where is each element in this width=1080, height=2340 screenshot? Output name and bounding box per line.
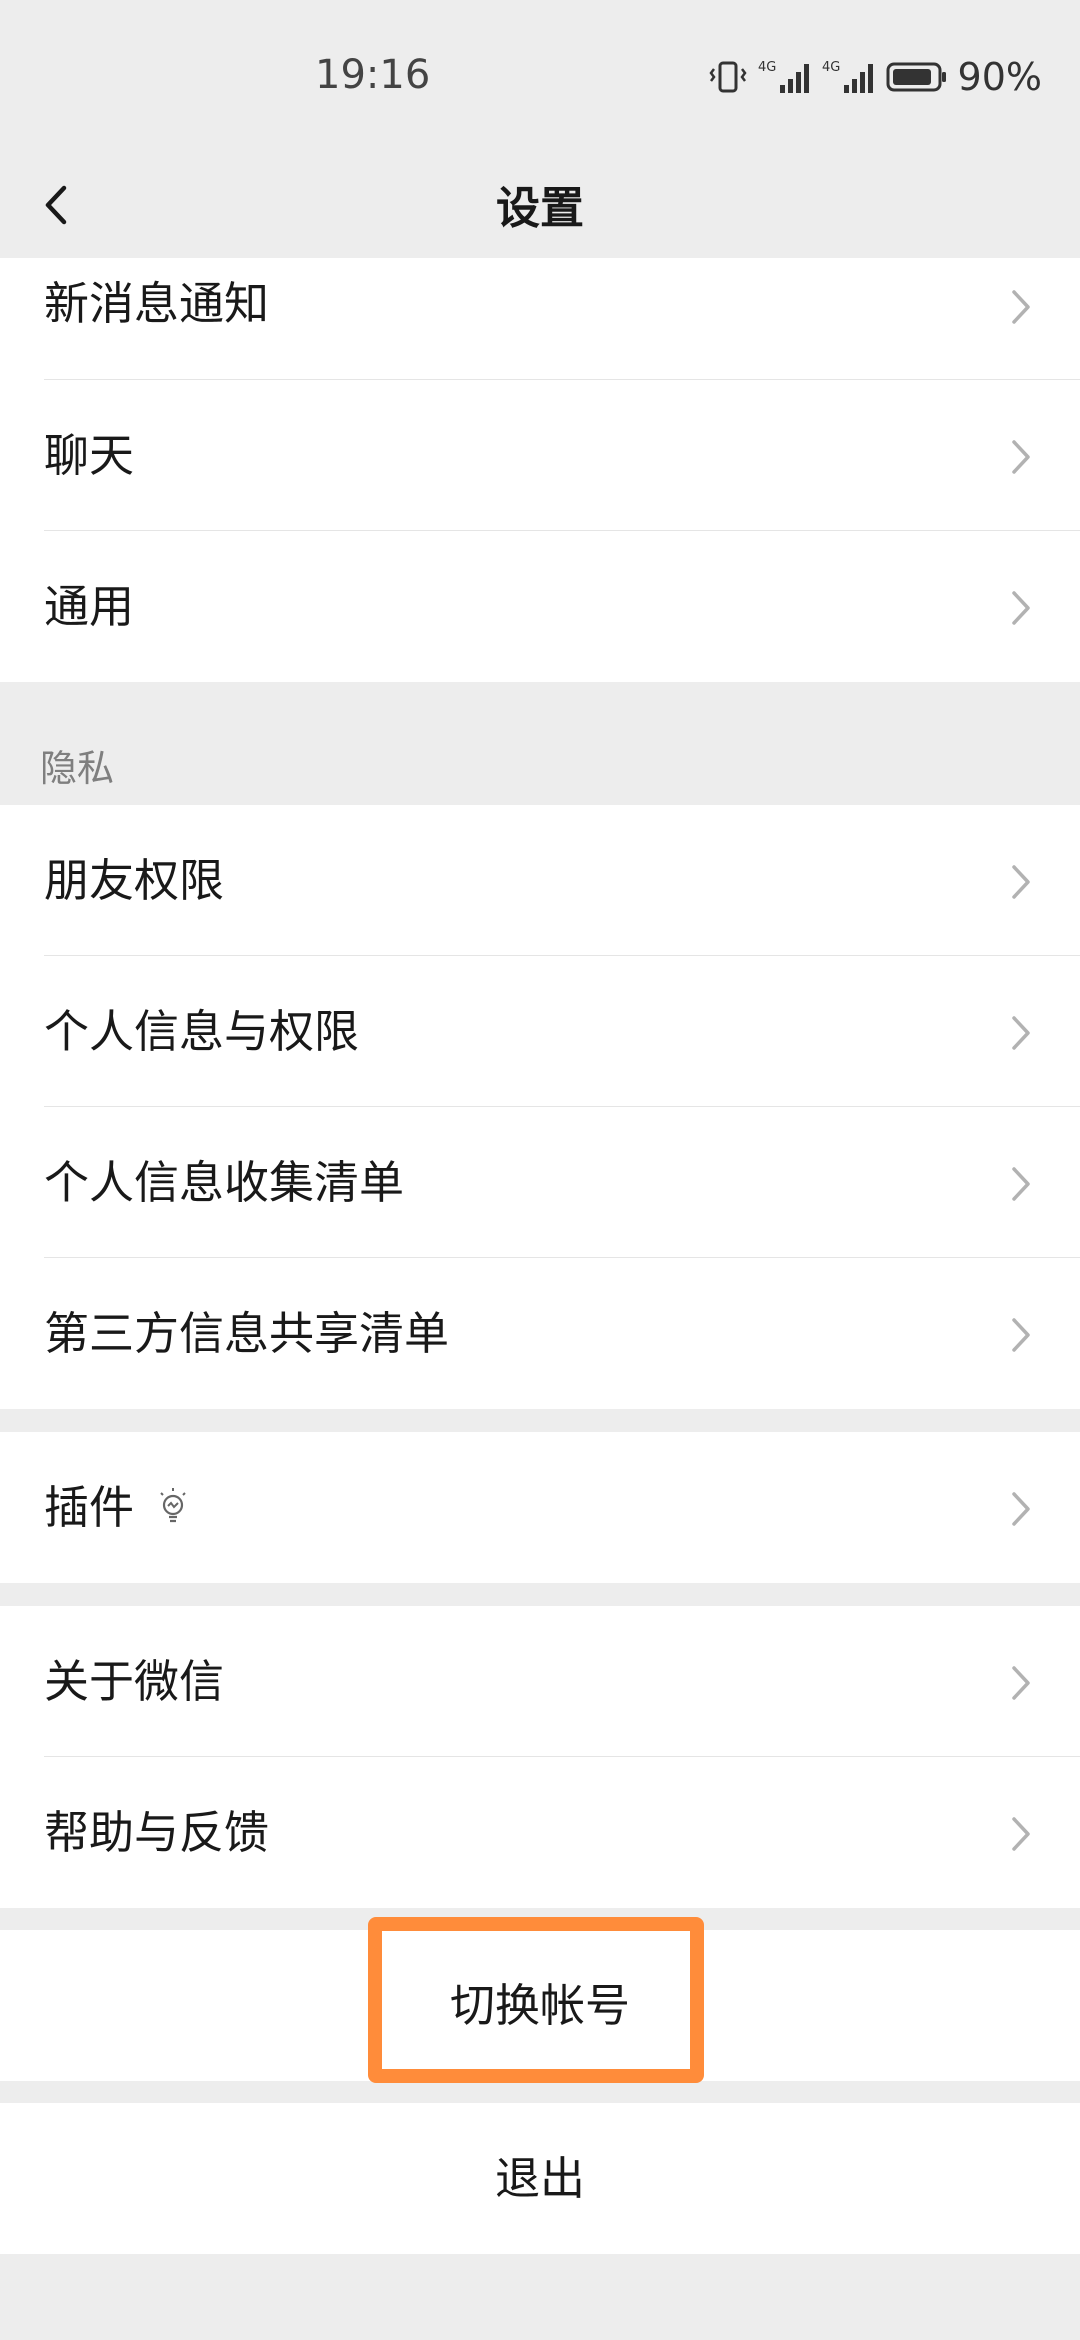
row-label: 插件 <box>44 1481 135 1534</box>
chevron-right-icon <box>1010 1165 1034 1203</box>
chevron-right-icon <box>1010 863 1034 901</box>
row-about-wechat[interactable]: 关于微信 <box>0 1606 1080 1757</box>
row-label: 个人信息与权限 <box>44 1005 360 1058</box>
chevron-right-icon <box>1010 1490 1034 1528</box>
network-label-2: 4G <box>822 60 840 75</box>
logout-label: 退出 <box>494 2152 585 2205</box>
row-label: 新消息通知 <box>44 277 270 330</box>
battery-icon <box>886 59 948 95</box>
chevron-right-icon <box>1010 288 1034 326</box>
row-chat[interactable]: 聊天 <box>0 380 1080 531</box>
row-personal-info-permissions[interactable]: 个人信息与权限 <box>0 956 1080 1107</box>
row-label: 朋友权限 <box>44 854 225 907</box>
signal-icon-1: 4G <box>758 59 812 95</box>
settings-group-privacy: 朋友权限 个人信息与权限 个人信息收集清单 第三方信息共享清单 <box>0 805 1080 1409</box>
row-label: 第三方信息共享清单 <box>44 1307 450 1360</box>
network-label-1: 4G <box>758 60 776 75</box>
settings-group-plugins: 插件 <box>0 1432 1080 1583</box>
signal-icon-2: 4G <box>822 59 876 95</box>
chevron-right-icon <box>1010 1014 1034 1052</box>
row-third-party-sharing[interactable]: 第三方信息共享清单 <box>0 1258 1080 1409</box>
status-icons: 4G 4G 90% <box>708 52 1042 102</box>
row-personal-info-collection[interactable]: 个人信息收集清单 <box>0 1107 1080 1258</box>
lightbulb-icon <box>156 1486 190 1526</box>
battery-percent: 90% <box>957 55 1042 99</box>
row-plugins[interactable]: 插件 <box>0 1432 1080 1583</box>
row-label: 通用 <box>44 580 135 633</box>
row-general[interactable]: 通用 <box>0 531 1080 682</box>
chevron-right-icon <box>1010 1664 1034 1702</box>
row-label: 帮助与反馈 <box>44 1806 270 1859</box>
status-bar: 19:16 4G 4G 90% <box>0 0 1080 150</box>
status-time: 19:16 <box>315 52 431 98</box>
settings-group-general: 新消息通知 聊天 通用 <box>0 258 1080 682</box>
row-label: 个人信息收集清单 <box>44 1156 405 1209</box>
section-header-privacy: 隐私 <box>40 747 114 790</box>
chevron-right-icon <box>1010 589 1034 627</box>
vibrate-icon <box>708 59 748 95</box>
chevron-right-icon <box>1010 438 1034 476</box>
chevron-right-icon <box>1010 1316 1034 1354</box>
highlight-box <box>368 1917 704 2083</box>
row-new-message-notification[interactable]: 新消息通知 <box>0 258 1080 380</box>
nav-bar: 设置 <box>0 150 1080 258</box>
row-friend-permissions[interactable]: 朋友权限 <box>0 805 1080 956</box>
row-label: 聊天 <box>44 429 135 482</box>
settings-group-about: 关于微信 帮助与反馈 <box>0 1606 1080 1908</box>
row-label: 关于微信 <box>44 1655 225 1708</box>
page-title: 设置 <box>496 183 584 234</box>
chevron-right-icon <box>1010 1815 1034 1853</box>
logout-button[interactable]: 退出 <box>0 2103 1080 2254</box>
row-help-feedback[interactable]: 帮助与反馈 <box>0 1757 1080 1908</box>
